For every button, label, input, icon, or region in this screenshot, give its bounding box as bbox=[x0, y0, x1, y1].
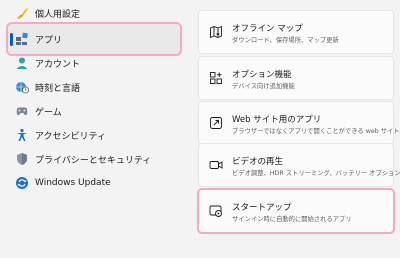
video-icon bbox=[208, 157, 224, 173]
brush-icon bbox=[14, 5, 30, 21]
card-title: Web サイト用のアプリ bbox=[232, 115, 322, 125]
offline-map-icon bbox=[208, 24, 224, 40]
card-subtitle: ブラウザーではなくアプリで開くことができる web サイト bbox=[232, 128, 400, 135]
sidebar-item-label: アプリ bbox=[35, 35, 63, 46]
sidebar-item-label: 個人用設定 bbox=[35, 9, 81, 20]
shield-icon bbox=[14, 151, 30, 167]
apps-settings-list: オフライン マップ ダウンロード、保存場所、マップ更新 オプション機能 デバイス… bbox=[192, 0, 400, 258]
open-in-app-icon bbox=[208, 115, 224, 131]
sidebar-item-label: ゲーム bbox=[35, 107, 62, 118]
sidebar-item-label: Windows Update bbox=[35, 178, 111, 188]
globe-clock-icon bbox=[14, 79, 30, 95]
card-title: オフライン マップ bbox=[232, 24, 303, 34]
accessibility-icon bbox=[14, 127, 30, 143]
sidebar-item-label: アカウント bbox=[35, 59, 81, 70]
apps-for-websites-card[interactable]: Web サイト用のアプリ ブラウザーではなくアプリで開くことができる web サ… bbox=[198, 101, 400, 145]
sidebar-item-windows-update[interactable]: Windows Update bbox=[8, 168, 180, 198]
optional-features-card[interactable]: オプション機能 デバイス向け追加機能 bbox=[198, 56, 394, 100]
optional-features-icon bbox=[208, 70, 224, 86]
windows-update-icon bbox=[14, 175, 30, 191]
video-playback-card[interactable]: ビデオの再生 ビデオ調整、HDR ストリーミング、バッテリー オプション bbox=[198, 143, 400, 187]
apps-icon bbox=[14, 31, 30, 47]
gamepad-icon bbox=[14, 103, 30, 119]
startup-card[interactable]: スタートアップ サインイン時に自動的に開始されるアプリ bbox=[197, 188, 395, 234]
sidebar-item-label: プライバシーとセキュリティ bbox=[35, 155, 152, 166]
sidebar-item-label: アクセシビリティ bbox=[35, 131, 107, 142]
settings-sidebar: 個人用設定 アプリ アカウント 時刻と言語 ゲーム アクセシビリティ プライバシ… bbox=[0, 0, 192, 258]
card-subtitle: ビデオ調整、HDR ストリーミング、バッテリー オプション bbox=[232, 170, 400, 177]
offline-maps-card[interactable]: オフライン マップ ダウンロード、保存場所、マップ更新 bbox=[198, 10, 394, 54]
sidebar-item-label: 時刻と言語 bbox=[35, 83, 81, 94]
person-icon bbox=[14, 55, 30, 71]
card-subtitle: サインイン時に自動的に開始されるアプリ bbox=[232, 216, 352, 223]
card-title: オプション機能 bbox=[232, 70, 292, 80]
card-subtitle: ダウンロード、保存場所、マップ更新 bbox=[232, 37, 339, 44]
card-title: スタートアップ bbox=[232, 203, 292, 213]
card-title: ビデオの再生 bbox=[232, 157, 284, 167]
startup-icon bbox=[208, 203, 224, 219]
card-subtitle: デバイス向け追加機能 bbox=[232, 83, 295, 90]
